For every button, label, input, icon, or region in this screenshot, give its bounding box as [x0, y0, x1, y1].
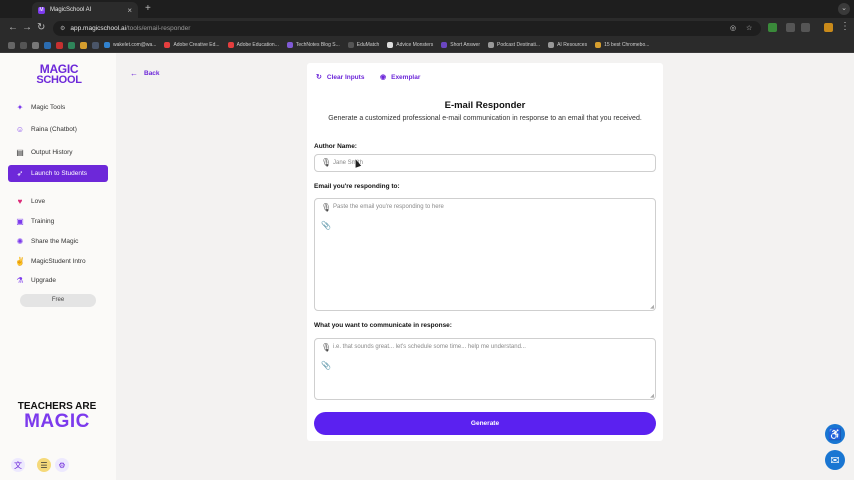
- browser-menu-icon[interactable]: ⋮: [840, 21, 850, 32]
- share-icon: ✺: [16, 237, 24, 246]
- magic-tools-icon: ✦: [16, 103, 24, 112]
- email-responding-label: Email you're responding to:: [314, 183, 400, 190]
- sidebar-item-training[interactable]: ▣ Training: [8, 213, 108, 230]
- exemplar-button[interactable]: ◉ Exemplar: [380, 73, 420, 82]
- extension-icon[interactable]: [786, 23, 795, 32]
- back-arrow-icon[interactable]: ←: [8, 22, 18, 33]
- rocket-icon: ➶: [16, 169, 24, 178]
- bookmark-item[interactable]: EduMatch: [347, 42, 379, 48]
- settings-gear-icon[interactable]: ⚙: [55, 458, 69, 472]
- bookmark-item[interactable]: wakelet.com@wa...: [104, 42, 156, 48]
- history-icon: ▤: [16, 148, 24, 157]
- extension-icon[interactable]: [768, 23, 777, 32]
- sidebar: MAGIC SCHOOL ✦ Magic Tools ☺ Raina (Chat…: [0, 53, 116, 480]
- response-intent-label: What you want to communicate in response…: [314, 322, 452, 329]
- email-responder-card: ↻ Clear Inputs ◉ Exemplar E-mail Respond…: [307, 63, 663, 441]
- tab-search-chevron-icon[interactable]: ⌄: [838, 3, 850, 15]
- accessibility-icon[interactable]: ♿: [825, 424, 845, 444]
- microphone-icon[interactable]: 🎙: [321, 343, 331, 352]
- notes-icon[interactable]: ☰: [37, 458, 51, 472]
- tool-description: Generate a customized professional e-mai…: [328, 115, 642, 122]
- heart-icon: ♥: [17, 197, 23, 206]
- microphone-icon[interactable]: 🎙: [321, 203, 331, 212]
- bookmark-icon[interactable]: [80, 41, 87, 49]
- bookmark-item[interactable]: Adobe Creative Ed...: [164, 42, 220, 48]
- chatbot-icon: ☺: [15, 125, 25, 134]
- sidebar-item-magic-tools[interactable]: ✦ Magic Tools: [8, 99, 108, 116]
- refresh-icon: ↻: [316, 74, 322, 81]
- apps-grid-icon[interactable]: [8, 41, 15, 49]
- resize-handle-icon[interactable]: ◢: [650, 393, 654, 399]
- bookmark-icon[interactable]: [32, 41, 39, 49]
- bookmark-icon[interactable]: [56, 41, 63, 49]
- new-tab-icon[interactable]: +: [145, 3, 151, 14]
- chat-support-icon[interactable]: ✉: [825, 450, 845, 470]
- site-info-icon[interactable]: ⚙: [60, 25, 65, 32]
- bookmark-item[interactable]: TechNotes Blog S...: [286, 42, 340, 48]
- bookmark-item[interactable]: Adobe Education...: [227, 42, 279, 48]
- badge-icon: ◉: [380, 74, 387, 81]
- url-domain: app.magicschool.ai: [70, 25, 127, 32]
- email-responding-textarea[interactable]: 🎙 Paste the email you're responding to h…: [314, 198, 656, 311]
- sidebar-item-launch-to-students[interactable]: ➶ Launch to Students: [8, 165, 108, 182]
- response-intent-placeholder: i.e. that sounds great... let's schedule…: [333, 344, 526, 350]
- back-arrow-icon: ←: [130, 69, 138, 78]
- attachment-paperclip-icon[interactable]: 📎: [321, 221, 331, 230]
- browser-tab[interactable]: M MagicSchool AI ×: [32, 2, 138, 18]
- close-tab-icon[interactable]: ×: [127, 6, 132, 15]
- author-name-label: Author Name:: [314, 143, 357, 150]
- attachment-paperclip-icon[interactable]: 📎: [321, 361, 331, 370]
- microphone-icon[interactable]: 🎙: [321, 158, 331, 167]
- response-intent-textarea[interactable]: 🎙 i.e. that sounds great... let's schedu…: [314, 338, 656, 400]
- sidebar-item-love[interactable]: ♥ Love: [8, 193, 108, 210]
- author-name-input[interactable]: 🎙 Jane Smith: [314, 154, 656, 172]
- bookmark-folder[interactable]: Podcast Destinati...: [488, 42, 540, 48]
- eye-off-icon[interactable]: ◎: [730, 24, 736, 32]
- back-link[interactable]: ← Back: [130, 69, 160, 78]
- bookmark-icon[interactable]: [68, 41, 75, 49]
- resize-handle-icon[interactable]: ◢: [650, 304, 654, 310]
- extensions-puzzle-icon[interactable]: [801, 23, 810, 32]
- teachers-are-magic-banner: TEACHERS ARE MAGIC: [17, 401, 97, 432]
- bookmark-item[interactable]: Advice Monsters: [387, 42, 433, 48]
- sidebar-item-magicstudent-intro[interactable]: ✌ MagicStudent Intro: [8, 253, 108, 270]
- sidebar-item-output-history[interactable]: ▤ Output History: [8, 144, 108, 161]
- bookmark-icon[interactable]: [20, 41, 27, 49]
- forward-arrow-icon[interactable]: →: [22, 22, 32, 33]
- upgrade-icon: ⚗: [16, 276, 24, 285]
- bookmark-icon[interactable]: [44, 41, 51, 49]
- bookmark-icon[interactable]: [92, 41, 99, 49]
- student-icon: ✌: [15, 257, 25, 266]
- tool-title: E-mail Responder: [444, 100, 526, 111]
- browser-toolbar: ← → ↻ ⚙ app.magicschool.ai/tools/email-r…: [0, 18, 854, 38]
- bookmark-folder[interactable]: AI Resources: [548, 42, 587, 48]
- sidebar-item-share-the-magic[interactable]: ✺ Share the Magic: [8, 233, 108, 250]
- sidebar-item-raina-chatbot[interactable]: ☺ Raina (Chatbot): [8, 121, 108, 138]
- tab-title: MagicSchool AI: [50, 7, 92, 13]
- generate-button[interactable]: Generate: [314, 412, 656, 435]
- bookmark-star-icon[interactable]: ☆: [746, 24, 752, 32]
- translate-icon[interactable]: 文: [11, 458, 25, 472]
- bookmarks-bar: wakelet.com@wa... Adobe Creative Ed... A…: [0, 38, 854, 53]
- email-responding-placeholder: Paste the email you're responding to her…: [333, 204, 444, 210]
- url-path: /tools/email-responder: [126, 25, 191, 32]
- magicschool-logo[interactable]: MAGIC SCHOOL: [33, 63, 85, 86]
- plan-free-button[interactable]: Free: [20, 294, 96, 307]
- training-icon: ▣: [16, 217, 24, 226]
- extension-icon[interactable]: [824, 23, 833, 32]
- bookmark-item[interactable]: Short Answer: [441, 42, 480, 48]
- clear-inputs-button[interactable]: ↻ Clear Inputs: [316, 73, 364, 82]
- address-bar[interactable]: ⚙ app.magicschool.ai/tools/email-respond…: [53, 21, 761, 36]
- browser-tab-strip: M MagicSchool AI × + ⌄: [0, 0, 854, 18]
- bookmark-item[interactable]: 15 best Chromebo...: [595, 42, 649, 48]
- magicschool-favicon-icon: M: [38, 6, 45, 14]
- reload-icon[interactable]: ↻: [37, 22, 45, 33]
- sidebar-item-upgrade[interactable]: ⚗ Upgrade: [8, 272, 108, 289]
